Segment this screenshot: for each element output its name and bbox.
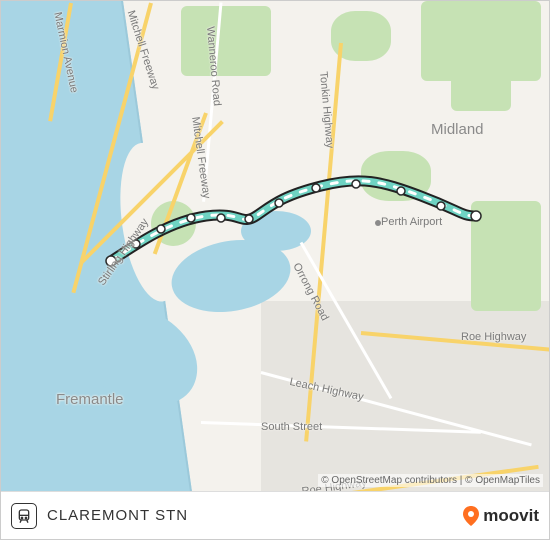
brand-name: moovit [483,506,539,526]
station-group: CLAREMONT STN [11,503,188,529]
poi-dot-airport [375,220,381,226]
train-icon [11,503,37,529]
map-canvas[interactable]: Midland Fremantle Perth Airport Marmion … [1,1,549,539]
brand-pin-icon [463,506,479,526]
bottom-bar: CLAREMONT STN moovit [1,491,549,539]
map-park [451,71,511,111]
brand-logo[interactable]: moovit [463,506,539,526]
map-frame: Midland Fremantle Perth Airport Marmion … [0,0,550,540]
map-park [421,1,541,81]
map-attribution: © OpenStreetMap contributors | © OpenMap… [318,474,543,487]
map-park [181,6,271,76]
station-name: CLAREMONT STN [47,507,188,524]
map-park [471,201,541,311]
map-park [361,151,431,201]
